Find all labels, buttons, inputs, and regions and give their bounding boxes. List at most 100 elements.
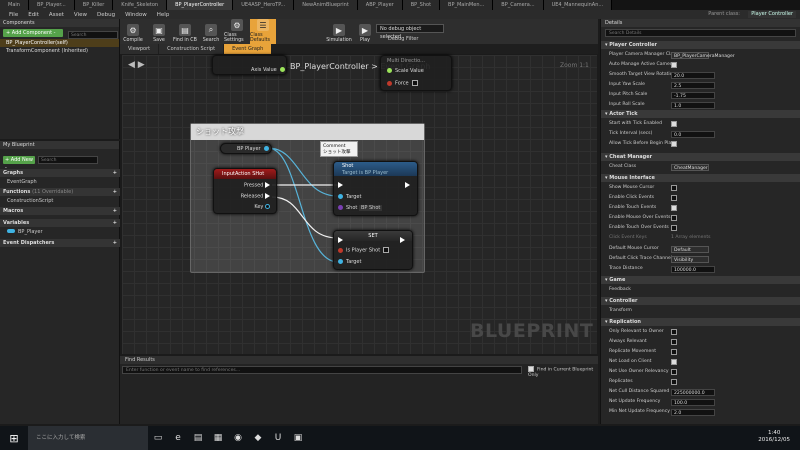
bp-player-variable-node[interactable]: BP Player <box>220 143 272 154</box>
menu-help[interactable]: Help <box>152 12 175 18</box>
property-checkbox[interactable] <box>671 225 677 231</box>
mouse-interface-section[interactable]: ▾ Mouse Interface <box>601 174 800 182</box>
find-results-search-input[interactable]: Enter function or event name to find ref… <box>122 366 522 374</box>
variables-section[interactable]: Variables + <box>0 219 120 227</box>
find-in-current-option[interactable]: Find in Current Blueprint Only <box>528 366 598 378</box>
functions-section[interactable]: Functions (11 Overridable) + <box>0 188 120 196</box>
tab-construction-script[interactable]: Construction Script <box>159 44 224 54</box>
play-button[interactable]: ▶ Play <box>352 19 378 44</box>
set-target-pin[interactable]: Target <box>338 259 361 265</box>
force-pin[interactable]: Force <box>387 80 418 87</box>
debug-object-select[interactable]: No debug object selected <box>376 24 444 40</box>
property-checkbox[interactable] <box>671 369 677 375</box>
comment-title[interactable]: ショット攻撃 <box>191 124 424 140</box>
my-blueprint-search-input[interactable]: Search <box>38 156 98 164</box>
add-graph-icon[interactable]: + <box>113 169 117 177</box>
add-movement-input-node-partial[interactable]: Multi Directio... Scale Value Force <box>380 55 452 91</box>
axis-value-pin[interactable]: Axis Value <box>251 67 288 73</box>
menu-asset[interactable]: Asset <box>44 12 69 18</box>
menu-view[interactable]: View <box>69 12 92 18</box>
forward-arrow-icon[interactable]: ▶ <box>138 60 145 70</box>
add-macro-icon[interactable]: + <box>113 207 117 215</box>
force-checkbox[interactable] <box>411 80 418 86</box>
tab-viewport[interactable]: Viewport <box>120 44 159 54</box>
game-section[interactable]: ▾ Game <box>601 276 800 284</box>
document-tab[interactable]: BP_Shot <box>402 0 441 10</box>
document-tab[interactable]: BP_Killer <box>74 0 114 10</box>
graphs-section[interactable]: Graphs + <box>0 169 120 177</box>
is-player-shot-pin[interactable]: Is Player Shot <box>338 247 390 254</box>
tab-event-graph[interactable]: Event Graph <box>224 44 272 54</box>
windows-start-icon[interactable]: ⊞ <box>0 426 28 450</box>
property-checkbox[interactable] <box>671 379 677 385</box>
property-checkbox[interactable] <box>671 329 677 335</box>
menu-edit[interactable]: Edit <box>23 12 44 18</box>
system-clock[interactable]: 1:40 2016/12/05 <box>758 430 790 444</box>
cheat-class-select[interactable]: CheatManager <box>671 163 709 171</box>
pressed-pin[interactable]: Pressed <box>244 182 273 189</box>
key-pin[interactable]: Key <box>254 204 273 210</box>
components-search-input[interactable]: Search <box>68 31 118 39</box>
unreal-engine-icon[interactable]: U <box>268 426 288 450</box>
document-tab[interactable]: BP_Camera... <box>493 0 544 10</box>
property-checkbox[interactable] <box>671 339 677 345</box>
property-checkbox[interactable] <box>671 185 677 191</box>
document-tab[interactable]: BP_PlayerController <box>167 0 234 10</box>
property-select[interactable]: Visibility <box>671 255 709 263</box>
shot-exec-out-pin[interactable] <box>405 182 413 189</box>
property-select[interactable]: BP_PlayerCameraManager <box>671 51 735 59</box>
scale-value-pin[interactable]: Scale Value <box>387 68 424 74</box>
cheat-manager-section[interactable]: ▾ Cheat Manager <box>601 153 800 161</box>
replication-section[interactable]: ▾ Replication <box>601 318 800 326</box>
input-action-shot-node[interactable]: InputAction SHot Pressed Released Key <box>213 168 277 214</box>
macros-section[interactable]: Macros + <box>0 207 120 215</box>
shot-exec-in-pin[interactable] <box>338 182 346 189</box>
document-tab[interactable]: BP_Player... <box>28 0 75 10</box>
chrome-icon[interactable]: ◉ <box>228 426 248 450</box>
variable-bp-player[interactable]: BP_Player <box>7 228 43 236</box>
property-checkbox[interactable] <box>671 121 677 127</box>
construction-script-item[interactable]: ConstructionScript <box>7 197 53 205</box>
set-exec-out-pin[interactable] <box>400 237 408 244</box>
shot-function-node[interactable]: Shot Target is BP Player Target Shot BP S… <box>333 161 418 216</box>
component-item-transform[interactable]: TransformComponent (Inherited) <box>0 47 119 55</box>
document-tab[interactable]: UE4ASP_HeroTP... <box>233 0 295 10</box>
search-button[interactable]: ⌕ Search <box>198 19 224 44</box>
class-defaults-button[interactable]: ☰ Class Defaults <box>250 19 276 44</box>
add-component-button[interactable]: + Add Component - <box>3 29 63 37</box>
bp-player-output-pin[interactable]: BP Player <box>237 146 272 152</box>
property-checkbox[interactable] <box>671 349 677 355</box>
transform-subsection[interactable]: Transform <box>601 306 800 316</box>
property-select[interactable]: Default <box>671 245 709 253</box>
details-search-input[interactable]: Search Details <box>605 29 796 37</box>
property-checkbox[interactable] <box>671 215 677 221</box>
app-icon[interactable]: ▣ <box>288 426 308 450</box>
property-value-input[interactable]: 100000.0 <box>671 265 715 273</box>
shot-class-pin[interactable]: Shot BP Shot <box>338 205 383 211</box>
property-checkbox[interactable] <box>671 141 677 147</box>
event-dispatchers-section[interactable]: Event Dispatchers + <box>0 239 120 247</box>
simulation-button[interactable]: ▶ Simulation <box>326 19 352 44</box>
class-settings-button[interactable]: ⚙ Class Settings <box>224 19 250 44</box>
save-button[interactable]: ▣ Save <box>146 19 172 44</box>
property-value-input[interactable]: 1.0 <box>671 101 715 109</box>
property-value-input[interactable]: 100.0 <box>671 398 715 406</box>
property-checkbox[interactable] <box>671 195 677 201</box>
property-checkbox[interactable] <box>671 205 677 211</box>
back-arrow-icon[interactable]: ◀ <box>128 60 135 70</box>
add-dispatcher-icon[interactable]: + <box>113 239 117 247</box>
is-player-shot-checkbox[interactable] <box>383 247 390 253</box>
event-graph-item[interactable]: EventGraph <box>7 178 37 186</box>
add-variable-icon[interactable]: + <box>113 219 117 227</box>
menu-debug[interactable]: Debug <box>92 12 120 18</box>
file-explorer-icon[interactable]: ▤ <box>188 426 208 450</box>
app-icon[interactable]: ◆ <box>248 426 268 450</box>
shot-class-select[interactable]: BP Shot <box>358 205 383 211</box>
find-in-current-checkbox[interactable] <box>528 366 534 372</box>
property-value-input[interactable]: 2.0 <box>671 408 715 416</box>
add-function-icon[interactable]: + <box>113 188 117 196</box>
controller-section[interactable]: ▾ Controller <box>601 297 800 305</box>
property-value-input[interactable]: 0.0 <box>671 130 715 138</box>
shot-target-pin[interactable]: Target <box>338 194 361 200</box>
edge-browser-icon[interactable]: e <box>168 426 188 450</box>
